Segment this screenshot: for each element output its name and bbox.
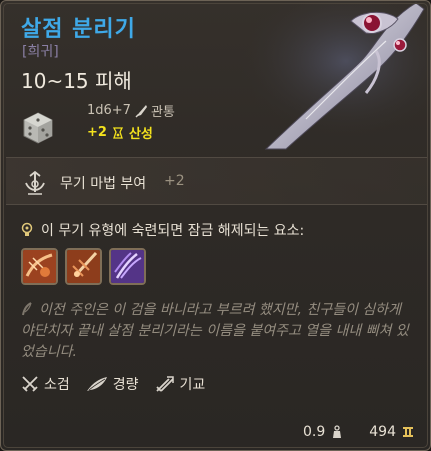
damage-type: 관통: [150, 105, 175, 120]
item-tooltip: 살점 분리기 [희귀] 10~15 피해 1d6+7 관통 +2 산성 무기 마…: [0, 0, 431, 451]
shortsword-icon: [22, 376, 38, 392]
item-rarity: [희귀]: [22, 44, 59, 60]
enchant-bonus: +2: [164, 173, 185, 189]
weapon-image: [236, 1, 430, 150]
damage-dice: 1d6+7: [87, 103, 131, 118]
item-value: 494: [369, 424, 396, 440]
weapon-properties: 소검 경량 기교: [21, 374, 205, 394]
d6-dice-icon: [23, 112, 53, 144]
property-light: 경량: [86, 374, 139, 394]
piercing-icon: [135, 104, 147, 118]
item-damage: 10~15 피해: [21, 69, 132, 93]
property-label: 경량: [112, 377, 139, 393]
item-name: 살점 분리기: [21, 17, 136, 42]
property-label: 소검: [44, 377, 70, 393]
skill-pierce-icon[interactable]: [65, 248, 102, 285]
property-label: 기교: [179, 377, 206, 393]
proficiency-title: 이 무기 유형에 숙련되면 잠금 해제되는 요소:: [41, 223, 305, 239]
skill-claw-icon[interactable]: [109, 248, 146, 285]
finesse-icon: [155, 376, 174, 392]
proficiency-header: 이 무기 유형에 숙련되면 잠금 해제되는 요소:: [21, 220, 304, 240]
acid-label: 산성: [128, 127, 153, 142]
gold-icon: [403, 427, 413, 437]
acid-icon: [112, 126, 124, 139]
item-footer: 0.9 494: [303, 424, 414, 440]
weight-icon: [333, 425, 342, 438]
lightbulb-icon: [21, 222, 33, 236]
damage-detail: 1d6+7 관통: [87, 101, 175, 120]
property-shortsword: 소검: [21, 374, 70, 394]
item-lore: 이전 주인은 이 검을 바니라고 부르려 했지만, 친구들이 심하게 야단치자 …: [21, 302, 409, 360]
enchant-weapon-icon: [25, 170, 45, 195]
item-weight: 0.9: [303, 424, 326, 440]
acid-bonus-value: +2: [87, 125, 107, 140]
property-finesse: 기교: [155, 374, 206, 394]
enchantment-row: 무기 마법 부여 +2: [6, 157, 427, 205]
proficiency-skills: [21, 248, 146, 285]
enchant-label: 무기 마법 부여: [60, 176, 147, 192]
feather-icon: [86, 377, 107, 391]
skill-slash-icon[interactable]: [21, 248, 58, 285]
acid-bonus: +2 산성: [87, 123, 153, 142]
